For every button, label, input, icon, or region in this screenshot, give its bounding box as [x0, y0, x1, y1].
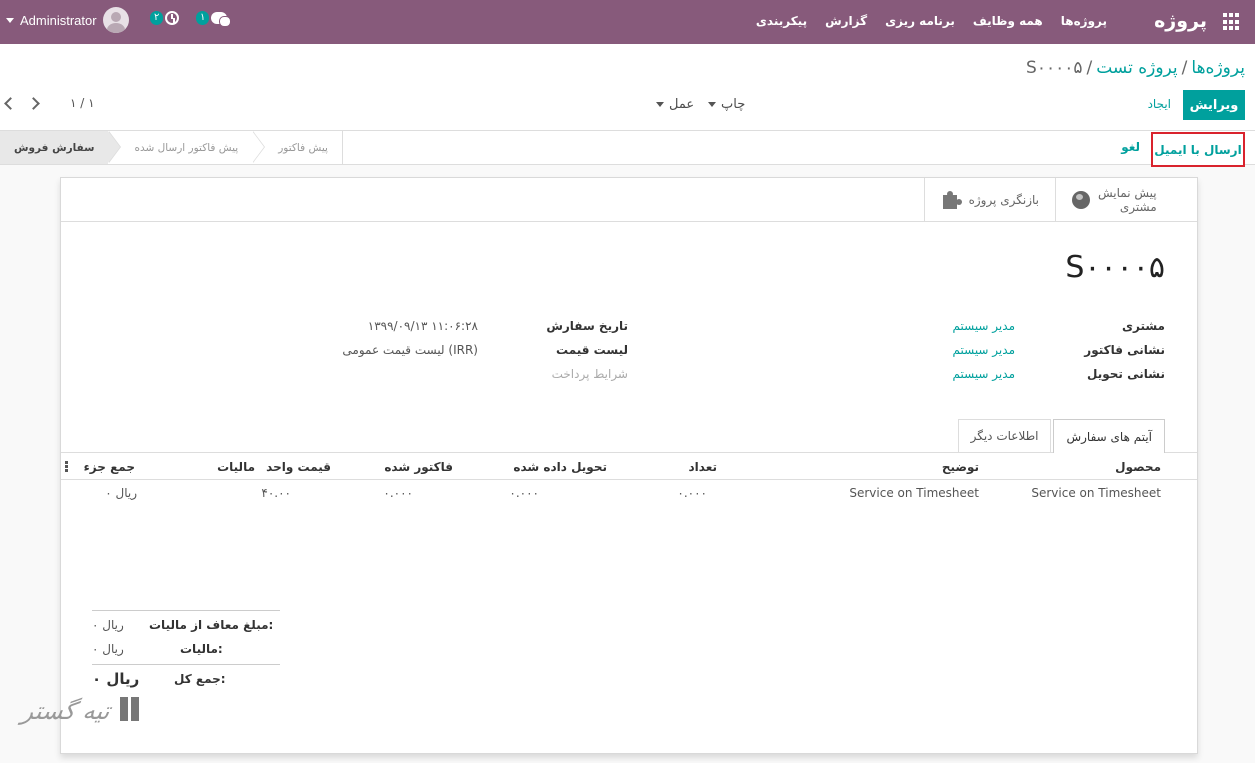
stage-quotation-sent[interactable]: پیش فاکتور ارسال شده [108, 131, 266, 164]
cell-invoiced: ۰.۰۰۰ [383, 486, 413, 500]
clock-icon [165, 11, 180, 25]
chevron-left-icon[interactable] [4, 96, 17, 110]
status-bar: ارسال با ایمیل لغو سفارش فروش پیش فاکتور… [0, 131, 1255, 167]
project-overview-button[interactable]: بازنگری پروژه [923, 178, 1055, 222]
col-product[interactable]: محصول [1115, 460, 1161, 474]
send-by-email-button[interactable]: ارسال با ایمیل [1151, 132, 1245, 167]
col-quantity[interactable]: تعداد [689, 460, 717, 474]
cell-product: Service on Timesheet [1031, 486, 1161, 500]
breadcrumb-project[interactable]: پروژه تست [1096, 58, 1177, 78]
activity-button[interactable]: ۲ [150, 11, 180, 25]
breadcrumb-projects[interactable]: پروژه‌ها [1191, 58, 1245, 78]
logo-icon [116, 693, 146, 729]
control-panel: پروژه‌ها/پروژه تست/S۰۰۰۰۵ ویرایش ایجاد چ… [0, 44, 1255, 131]
chevron-down-icon [708, 102, 716, 107]
print-label: چاپ [721, 97, 746, 112]
edit-button[interactable]: ویرایش [1183, 90, 1245, 120]
tab-other-info[interactable]: اطلاعات دیگر [957, 419, 1052, 452]
order-lines-header: محصول توضیح تعداد تحویل داده شده فاکتور … [61, 454, 1197, 480]
delivery-address-label: نشانی تحویل [1087, 367, 1165, 381]
print-dropdown[interactable]: چاپ [708, 97, 745, 112]
avatar [102, 7, 129, 33]
col-description[interactable]: توضیح [942, 460, 979, 474]
notebook-tabs: اطلاعات دیگر آیتم های سفارش [956, 419, 1165, 453]
col-taxes[interactable]: مالیات [217, 460, 255, 474]
optional-columns-icon[interactable] [65, 461, 68, 464]
main-menu: پروژه‌ها همه وظایف برنامه ریزی گزارش پیک… [756, 14, 1107, 28]
user-menu[interactable]: Administrator [6, 7, 129, 33]
chevron-down-icon [6, 17, 14, 23]
apps-menu-icon[interactable] [1223, 13, 1241, 31]
total-value: ۰ ریال [92, 670, 140, 688]
customer-preview-button[interactable]: پیش نمایش مشتری [1055, 178, 1197, 222]
customer-value[interactable]: مدیر سیستم [953, 319, 1016, 333]
create-button[interactable]: ایجاد [1148, 97, 1171, 111]
watermark-logo: تیه گستر [20, 693, 146, 729]
watermark-text: تیه گستر [20, 697, 112, 725]
globe-icon [1072, 190, 1090, 209]
form-sheet: بازنگری پروژه پیش نمایش مشتری S۰۰۰۰۵ مشتر… [60, 177, 1198, 754]
user-name: Administrator [20, 12, 97, 28]
invoice-address-value[interactable]: مدیر سیستم [953, 343, 1016, 357]
totals-block: ۰ ریال مبلغ معاف از مالیات: ۰ ریال مالیا… [92, 610, 280, 688]
puzzle-icon [941, 190, 961, 209]
customer-label: مشتری [1121, 319, 1165, 333]
tax-label: مالیات: [180, 642, 223, 656]
message-count-badge: ۱ [196, 11, 210, 25]
action-label: عمل [669, 97, 695, 112]
delivery-address-value[interactable]: مدیر سیستم [953, 367, 1016, 381]
breadcrumb: پروژه‌ها/پروژه تست/S۰۰۰۰۵ [1026, 58, 1245, 78]
col-invoiced[interactable]: فاکتور شده [384, 460, 453, 474]
breadcrumb-current: S۰۰۰۰۵ [1026, 58, 1083, 78]
action-dropdown[interactable]: عمل [656, 97, 694, 112]
activity-count-badge: ۲ [150, 11, 164, 25]
col-subtotal[interactable]: جمع جزء [84, 460, 135, 474]
cell-delivered: ۰.۰۰۰ [509, 486, 539, 500]
cell-unit-price: ۴۰.۰۰ [261, 486, 291, 500]
menu-item-planning[interactable]: برنامه ریزی [885, 14, 955, 28]
pricelist-label: لیست قیمت [556, 343, 628, 357]
record-title: S۰۰۰۰۵ [1065, 250, 1165, 285]
untaxed-label: مبلغ معاف از مالیات: [149, 618, 274, 632]
order-date-value: ۱۳۹۹/۰۹/۱۳ ۱۱:۰۶:۲۸ [367, 319, 478, 333]
cell-subtotal: ۰ ریال [105, 486, 137, 500]
menu-item-configuration[interactable]: پیکربندی [756, 14, 807, 28]
cell-quantity: ۰.۰۰۰ [677, 486, 707, 500]
menu-item-projects[interactable]: پروژه‌ها [1061, 14, 1107, 28]
cancel-button[interactable]: لغو [1121, 140, 1140, 154]
col-delivered[interactable]: تحویل داده شده [513, 460, 607, 474]
status-stages: سفارش فروش پیش فاکتور ارسال شده پیش فاکت… [0, 131, 343, 164]
menu-item-all-tasks[interactable]: همه وظایف [973, 14, 1043, 28]
menu-item-reporting[interactable]: گزارش [825, 14, 867, 28]
tab-order-lines[interactable]: آیتم های سفارش [1053, 419, 1165, 453]
col-unit-price[interactable]: قیمت واحد [266, 460, 331, 474]
pager-value[interactable]: ۱ / ۱ [70, 96, 95, 110]
chevron-right-icon[interactable] [27, 96, 40, 110]
messaging-button[interactable]: ۱ [196, 11, 232, 27]
invoice-address-label: نشانی فاکتور [1084, 343, 1165, 357]
smart-button-box: بازنگری پروژه پیش نمایش مشتری [923, 178, 1197, 222]
stage-sale-order[interactable]: سفارش فروش [0, 131, 122, 164]
pager: ۱ / ۱ [4, 96, 95, 110]
pricelist-value: لیست قیمت عمومی (IRR) [342, 343, 478, 357]
payment-terms-label: شرایط پرداخت [551, 367, 628, 381]
app-title: پروژه [1154, 10, 1207, 32]
chevron-down-icon [656, 102, 664, 107]
untaxed-value: ۰ ریال [92, 618, 124, 632]
tax-value: ۰ ریال [92, 642, 124, 656]
chat-icon [211, 12, 232, 27]
cell-description: Service on Timesheet [849, 486, 979, 500]
top-navbar: پروژه پروژه‌ها همه وظایف برنامه ریزی گزا… [0, 0, 1255, 44]
stage-quotation[interactable]: پیش فاکتور [252, 131, 342, 164]
total-label: جمع کل: [174, 672, 226, 686]
order-date-label: تاریخ سفارش [546, 319, 628, 333]
